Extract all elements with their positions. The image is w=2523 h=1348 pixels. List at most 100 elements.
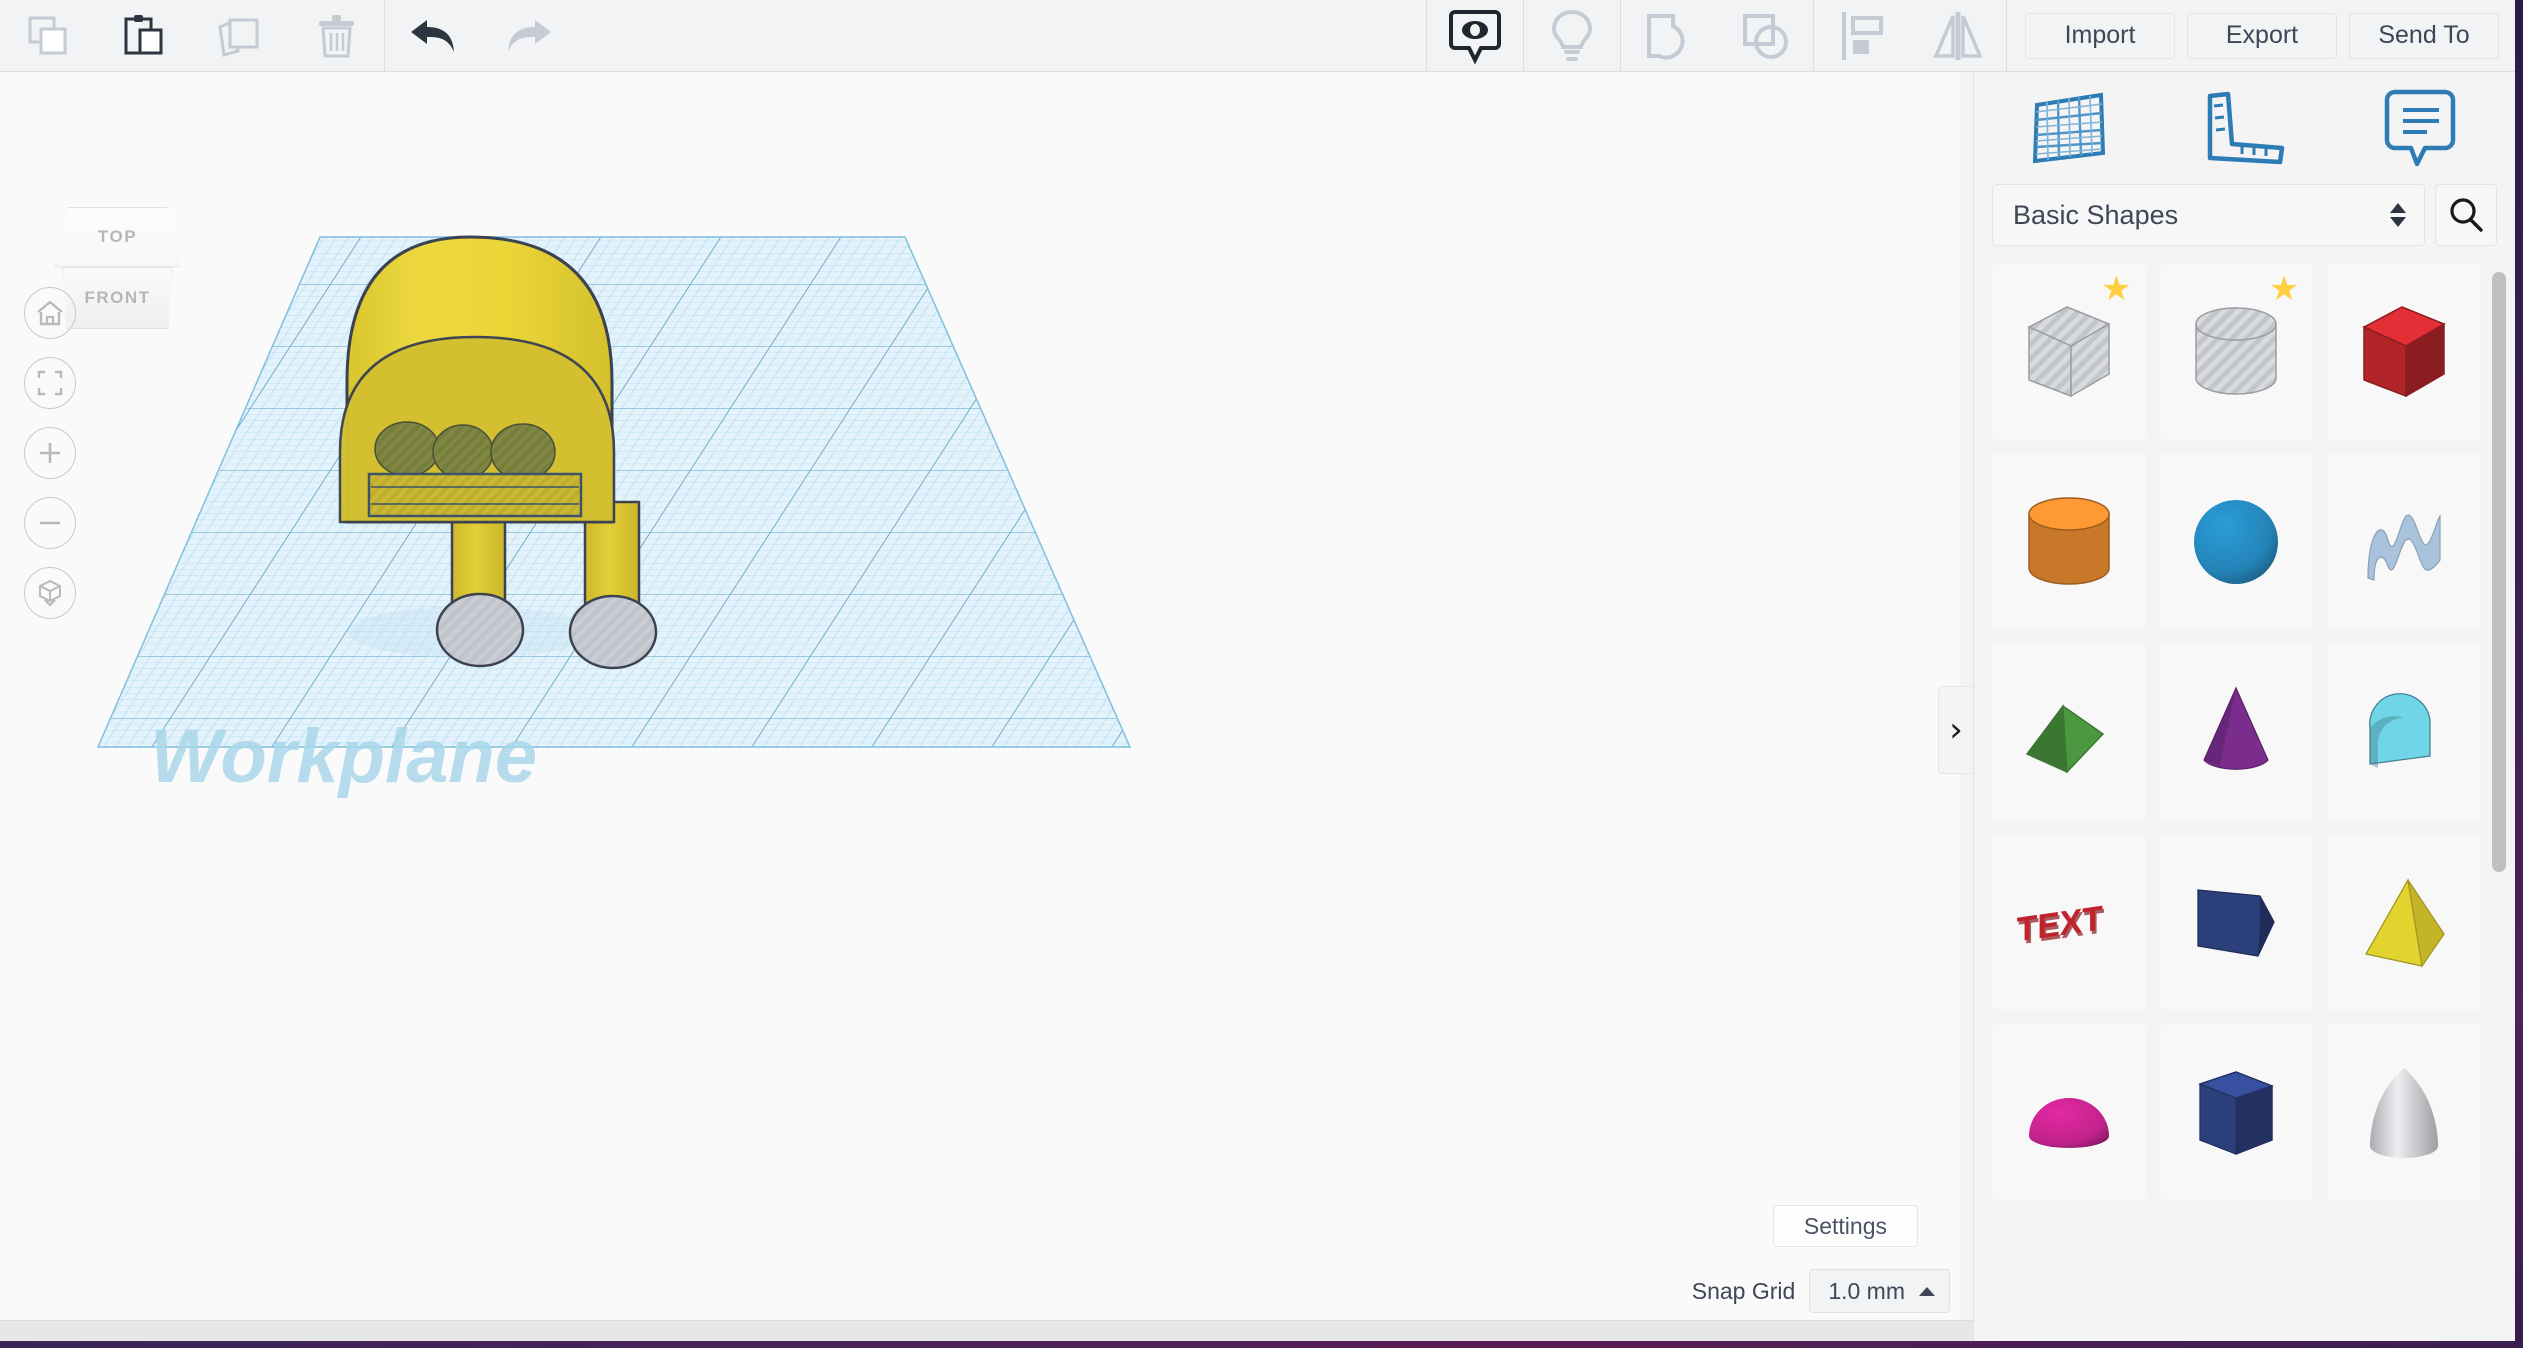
box-hole-preview-icon [2009, 292, 2129, 412]
top-toolbar: Import Export Send To [0, 0, 2523, 72]
caret-up-icon [1919, 1287, 1935, 1296]
sphere-blue-preview-icon [2176, 482, 2296, 602]
shape-cell-cylinder-hole[interactable]: ★ [2160, 264, 2314, 440]
model-yellow-robot[interactable] [0, 72, 1960, 1325]
cube-arrow-icon [36, 579, 64, 607]
group-shapes-icon [1645, 12, 1693, 60]
shape-cell-pyramid-yellow[interactable] [2327, 834, 2481, 1010]
snap-grid-select[interactable]: 1.0 mm [1809, 1269, 1950, 1313]
settings-button[interactable]: Settings [1773, 1205, 1918, 1247]
align-icon [1839, 10, 1885, 62]
paste-icon [121, 13, 167, 59]
shape-cell-scribble[interactable] [2327, 454, 2481, 630]
copy-icon [25, 13, 71, 59]
ungroup-shapes-icon [1741, 12, 1789, 60]
trash-icon [313, 13, 359, 59]
polygon-navy-preview-icon [2176, 1052, 2296, 1172]
robot-eye-1 [375, 422, 439, 476]
shape-panel-scrollbar[interactable] [2492, 272, 2506, 872]
paraboloid-gray-preview-icon [2344, 1052, 2464, 1172]
mirror-button[interactable] [1910, 0, 2006, 72]
shape-cell-box-hole[interactable]: ★ [1992, 264, 2146, 440]
shape-cell-cone-purple[interactable] [2160, 644, 2314, 820]
ungroup-button[interactable] [1717, 0, 1813, 72]
paste-button[interactable] [96, 0, 192, 72]
lightbulb-icon [1550, 9, 1594, 63]
shape-cell-polygon-navy[interactable] [2160, 1024, 2314, 1200]
box-red-preview-icon [2344, 292, 2464, 412]
send-to-button[interactable]: Send To [2349, 13, 2499, 59]
file-actions-group: Import Export Send To [2007, 0, 2523, 71]
fit-to-view-button[interactable] [24, 357, 76, 409]
robot-eye-3 [491, 424, 555, 480]
import-button[interactable]: Import [2025, 13, 2175, 59]
robot-foot-right-hole [570, 596, 656, 668]
view-cube-front-face[interactable]: FRONT [62, 267, 173, 329]
workplane-tool-icon [2031, 91, 2109, 165]
group-button[interactable] [1621, 0, 1717, 72]
view-nav-controls [24, 287, 76, 619]
shape-cell-wedge-green[interactable] [1992, 644, 2146, 820]
shape-library-grid[interactable]: ★ ★ TEXTTEXT [1974, 264, 2515, 1348]
view-cube-top-face[interactable]: TOP [55, 207, 180, 267]
tinkercad-editor: Import Export Send To [0, 0, 2523, 1348]
view-cube-top-label: TOP [98, 227, 137, 247]
bottom-browser-strip [0, 1341, 2523, 1348]
shape-cell-paraboloid-gray[interactable] [2327, 1024, 2481, 1200]
minus-icon [37, 510, 63, 536]
cylinder-hole-preview-icon [2176, 292, 2296, 412]
history-tools-group [385, 0, 577, 71]
wedge-navy-preview-icon [2176, 862, 2296, 982]
duplicate-button[interactable] [192, 0, 288, 72]
home-icon [36, 300, 64, 326]
undo-arrow-icon [407, 16, 459, 56]
text-red-preview-icon: TEXTTEXT [2009, 862, 2129, 982]
shape-cell-box-red[interactable] [2327, 264, 2481, 440]
copy-button[interactable] [0, 0, 96, 72]
robot-eye-2 [433, 425, 493, 479]
roof-teal-preview-icon [2344, 672, 2464, 792]
shape-cell-sphere-blue[interactable] [2160, 454, 2314, 630]
eye-in-tag-icon [1449, 8, 1501, 64]
shapes-panel: Basic Shapes ★ ★ TEXTTEXT [1973, 72, 2515, 1348]
shape-cell-text-red[interactable]: TEXTTEXT [1992, 834, 2146, 1010]
robot-mouth-bar [369, 474, 581, 516]
shape-cell-dome-magenta[interactable] [1992, 1024, 2146, 1200]
show-hide-button[interactable] [1427, 0, 1523, 72]
plus-icon [37, 440, 63, 466]
duplicate-icon [216, 13, 264, 59]
redo-arrow-icon [503, 16, 555, 56]
export-button[interactable]: Export [2187, 13, 2337, 59]
chevron-updown-icon [2390, 203, 2406, 227]
workplane-tool-button[interactable] [1982, 72, 2157, 184]
shape-cell-wedge-navy[interactable] [2160, 834, 2314, 1010]
snap-grid-control: Snap Grid 1.0 mm [1692, 1269, 1950, 1313]
panel-tool-icons [1974, 72, 2515, 184]
toolbar-spacer [577, 0, 1426, 71]
shape-search-button[interactable] [2435, 184, 2497, 246]
hint-button[interactable] [1524, 0, 1620, 72]
3d-viewport[interactable]: Workplane [0, 72, 1960, 1325]
shape-cell-roof-teal[interactable] [2327, 644, 2481, 820]
dome-magenta-preview-icon [2009, 1052, 2129, 1172]
shape-cell-cylinder-orange[interactable] [1992, 454, 2146, 630]
home-view-button[interactable] [24, 287, 76, 339]
magnifier-icon [2448, 197, 2484, 233]
projection-toggle-button[interactable] [24, 567, 76, 619]
robot-foot-left-hole [437, 594, 523, 666]
scribble-preview-icon [2344, 482, 2464, 602]
ruler-tool-button[interactable] [2157, 72, 2332, 184]
zoom-in-button[interactable] [24, 427, 76, 479]
notes-tool-button[interactable] [2332, 72, 2507, 184]
delete-button[interactable] [288, 0, 384, 72]
view-tools-group [1427, 0, 2006, 71]
shape-category-select[interactable]: Basic Shapes [1992, 184, 2425, 246]
align-button[interactable] [1814, 0, 1910, 72]
star-icon: ★ [2269, 272, 2299, 306]
redo-button[interactable] [481, 0, 577, 72]
zoom-out-button[interactable] [24, 497, 76, 549]
panel-collapse-handle[interactable]: › [1938, 686, 1973, 774]
undo-button[interactable] [385, 0, 481, 72]
shape-category-row: Basic Shapes [1974, 184, 2515, 246]
cylinder-orange-preview-icon [2009, 482, 2129, 602]
